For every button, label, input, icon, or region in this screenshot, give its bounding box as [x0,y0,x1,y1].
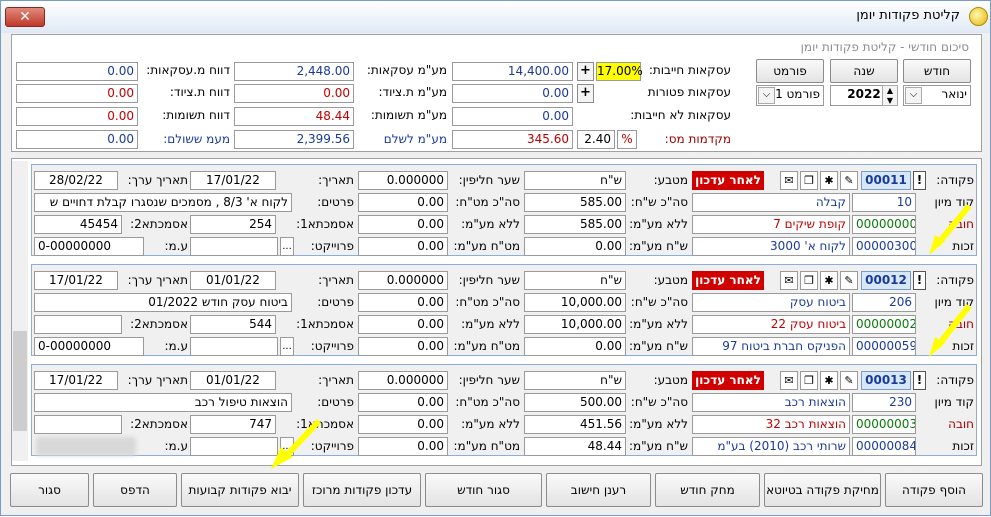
annotation-arrows [271,204,972,469]
yellow-arrow [929,204,972,255]
yellow-arrow [929,304,972,357]
yellow-arrow [271,418,322,469]
journal-entry-window: קליטת פקודות יומן ✕ סיכום חודשי - קליטת … [0,0,991,516]
